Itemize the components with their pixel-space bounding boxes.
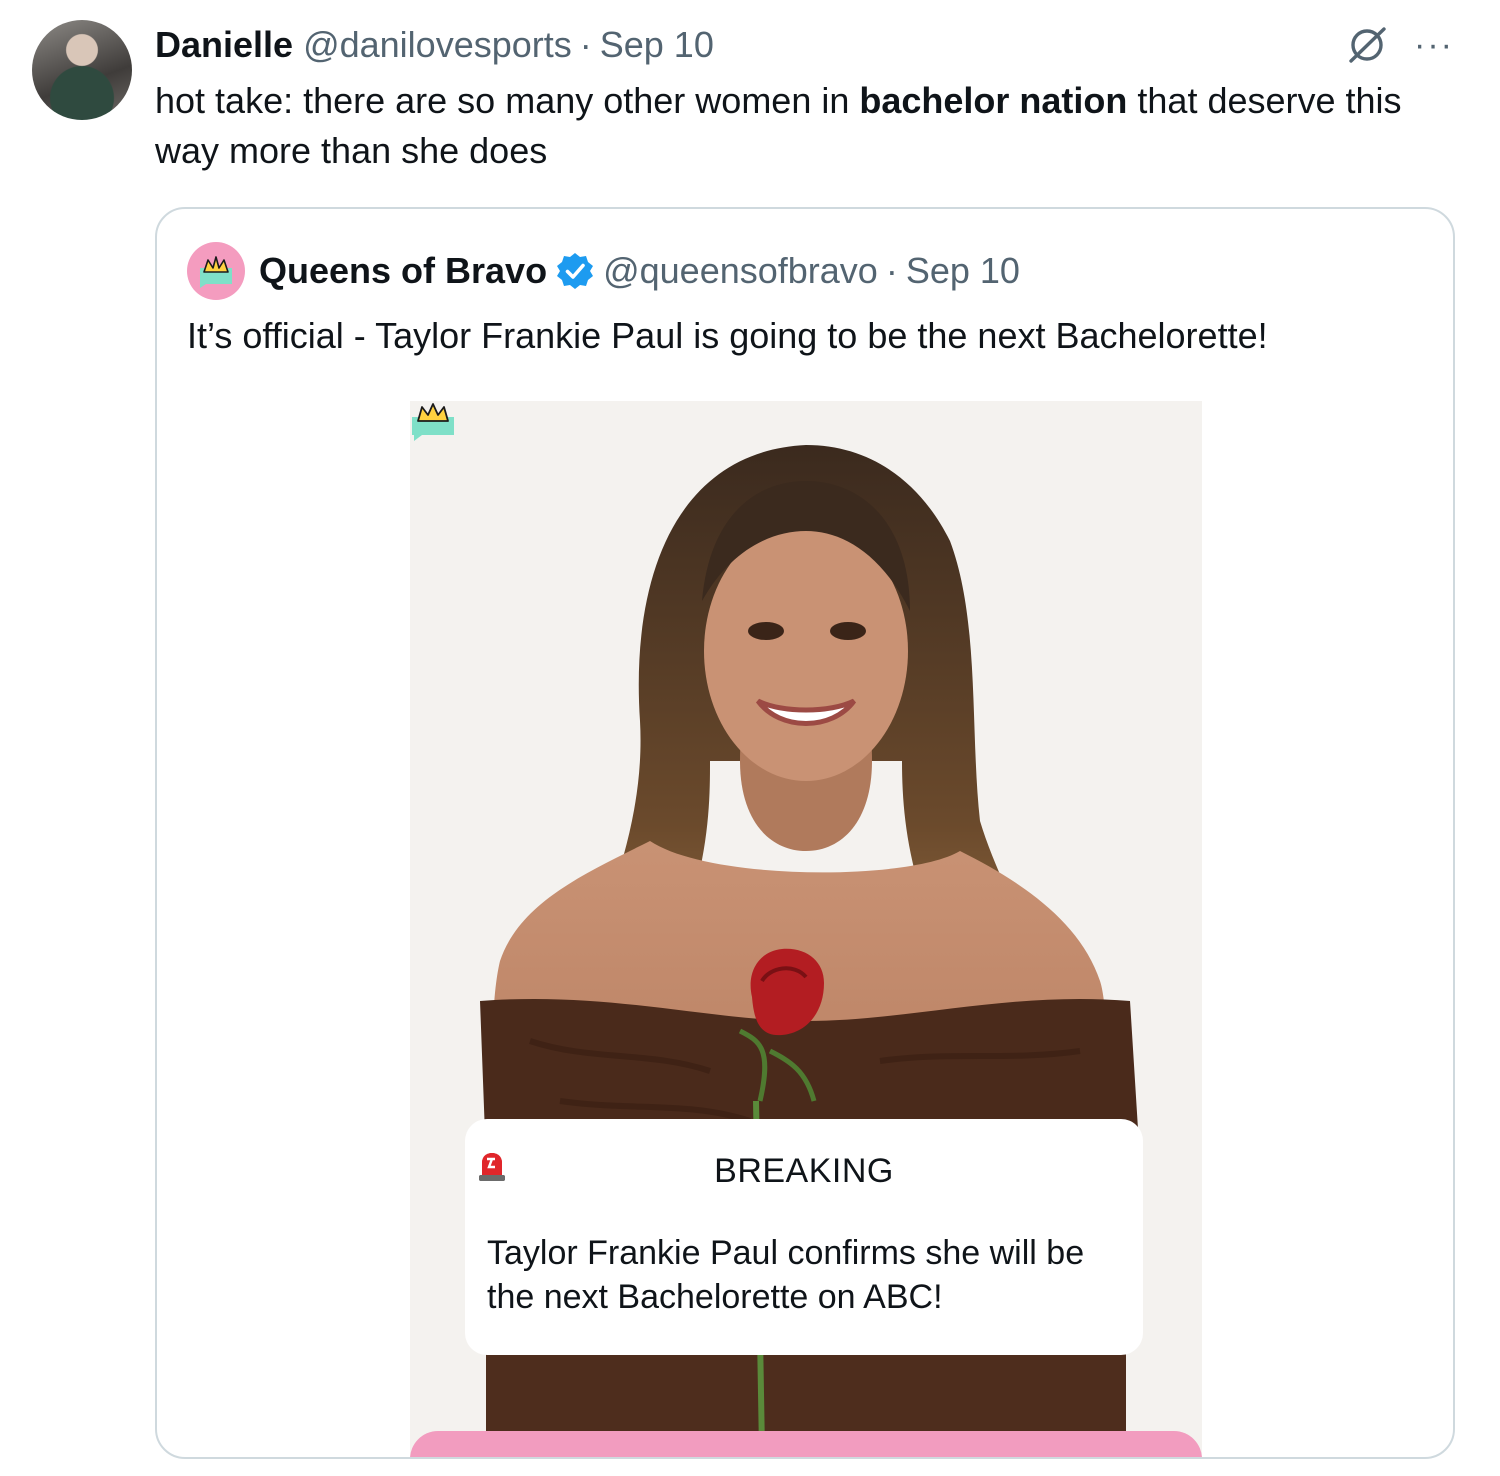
quoted-separator: · — [885, 250, 898, 291]
quoted-avatar[interactable] — [187, 242, 245, 300]
quoted-tweet-header: Queens of Bravo @queensofbravo · Sep 10 — [187, 242, 1020, 300]
tweet-actions: ··· — [1346, 24, 1454, 66]
crown-logo-icon — [412, 403, 454, 441]
breaking-heading: BREAKING — [465, 1149, 1143, 1193]
breaking-text: Taylor Frankie Paul confirms she will be… — [487, 1234, 1085, 1316]
tweet-text-bold: bachelor nation — [859, 80, 1128, 121]
tweet-text: hot take: there are so many other women … — [155, 76, 1465, 176]
quoted-media-image[interactable]: BREAKING Taylor Frankie Paul confirms sh… — [410, 401, 1202, 1457]
crown-logo-icon — [200, 256, 232, 288]
quoted-author-handle[interactable]: @queensofbravo — [603, 250, 878, 292]
brand-footer-bar — [410, 1431, 1202, 1457]
author-name[interactable]: Danielle — [155, 24, 293, 66]
verified-badge-icon — [557, 253, 594, 289]
siren-icon — [479, 1153, 505, 1181]
breaking-label: BREAKING — [714, 1152, 894, 1190]
author-handle[interactable]: @danilovesports — [303, 24, 572, 66]
breaking-card: BREAKING Taylor Frankie Paul confirms sh… — [465, 1119, 1143, 1355]
quoted-tweet-text: It’s official - Taylor Frankie Paul is g… — [187, 315, 1268, 356]
quoted-tweet[interactable]: Queens of Bravo @queensofbravo · Sep 10 … — [155, 207, 1455, 1459]
separator: · — [579, 24, 592, 65]
tweet-header: Danielle @danilovesports · Sep 10 — [155, 22, 714, 68]
tweet-date[interactable]: Sep 10 — [600, 24, 714, 66]
more-options-icon[interactable]: ··· — [1414, 28, 1454, 62]
grok-icon[interactable] — [1346, 24, 1388, 66]
avatar[interactable] — [32, 20, 132, 120]
tweet-text-start: hot take: there are so many other women … — [155, 80, 860, 121]
quoted-date[interactable]: Sep 10 — [906, 250, 1020, 292]
quoted-author-name[interactable]: Queens of Bravo — [259, 250, 547, 292]
